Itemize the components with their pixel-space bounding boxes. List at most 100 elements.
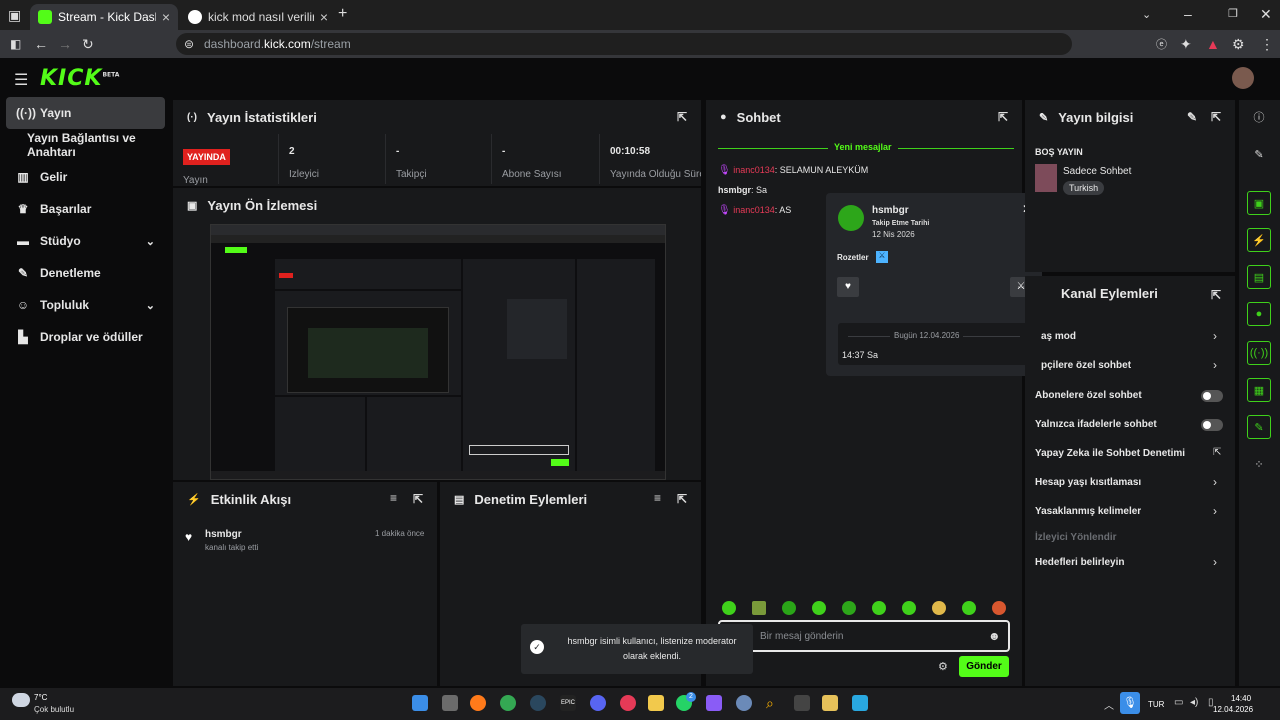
chat-username[interactable]: inanc0134 [733, 205, 775, 215]
external-link-icon[interactable]: ⇱ [1213, 447, 1221, 458]
sidebar-item-topluluk[interactable]: ☺ Topluluk ⌄ [6, 289, 165, 321]
chrome-icon[interactable] [500, 695, 516, 711]
user-avatar[interactable] [1232, 67, 1254, 89]
emote-icon[interactable] [782, 601, 796, 615]
action-slow-mode[interactable]: aş mod [1041, 331, 1076, 342]
sidebar-item-gelir[interactable]: ▥ Gelir [6, 161, 165, 193]
emoji-icon[interactable]: ☻ [988, 629, 1001, 643]
tab-search-icon[interactable]: ⌄ [1142, 8, 1151, 22]
chevron-right-icon[interactable]: › [1213, 555, 1217, 569]
app-blue-icon[interactable] [852, 695, 868, 711]
action-set-goals[interactable]: Hedefleri belirleyin [1035, 557, 1124, 568]
info-icon[interactable]: ⓘ [1247, 105, 1271, 129]
chat-username[interactable]: hsmbgr [718, 185, 751, 195]
chevron-right-icon[interactable]: › [1213, 504, 1217, 518]
edit-pencil-icon[interactable]: ✎ [1187, 110, 1197, 124]
tab-google-search[interactable]: kick mod nasıl verilir - Google'da × [180, 4, 336, 30]
chat-username[interactable]: inanc0134 [733, 165, 775, 175]
app-pen-icon[interactable] [822, 695, 838, 711]
edit-icon[interactable]: ✎ [1247, 142, 1271, 166]
emote-icon[interactable] [932, 601, 946, 615]
activity-toggle-icon[interactable]: ⚡ [1247, 228, 1271, 252]
action-followers-only[interactable]: pçilere özel sohbet [1041, 360, 1131, 371]
chat-settings-gear-icon[interactable]: ⚙ [938, 660, 948, 673]
send-button[interactable]: Gönder [959, 656, 1009, 677]
app-purple-icon[interactable] [706, 695, 722, 711]
extensions-puzzle-icon[interactable]: ✦ [1180, 37, 1192, 51]
sidebar-item-basarilar[interactable]: ♛ Başarılar [6, 193, 165, 225]
epic-games-icon[interactable]: EPIC [560, 695, 576, 711]
obs-icon[interactable] [620, 695, 636, 711]
sidebar-item-studyo[interactable]: ▬ Stüdyo ⌄ [6, 225, 165, 257]
popout-icon[interactable]: ⇱ [413, 492, 423, 506]
close-tab-icon[interactable]: × [162, 9, 170, 25]
extension-e-icon[interactable]: ⓔ [1156, 38, 1167, 52]
chevron-right-icon[interactable]: › [1213, 475, 1217, 489]
back-icon[interactable]: ← [34, 37, 48, 51]
category-name[interactable]: Sadece Sohbet [1063, 166, 1131, 177]
extension-red-icon[interactable]: ▲ [1206, 37, 1220, 51]
file-explorer-icon[interactable] [648, 695, 664, 711]
filter-icon[interactable]: ≡ [390, 491, 397, 505]
sidebar-item-droplar[interactable]: ▙ Droplar ve ödüller [6, 321, 165, 353]
emote-icon[interactable] [842, 601, 856, 615]
sidebar-toggle-icon[interactable]: ◧ [10, 37, 21, 51]
stream-preview-video[interactable] [210, 224, 666, 480]
chat-input[interactable]: Bir mesaj gönderin ☻ [718, 620, 1010, 652]
reload-icon[interactable]: ↻ [82, 37, 94, 51]
hamburger-menu-icon[interactable]: ☰ [14, 70, 28, 90]
site-info-icon[interactable]: ⊜ [184, 37, 194, 51]
forward-icon[interactable]: → [58, 37, 72, 51]
start-menu-icon[interactable] [412, 695, 428, 711]
filter-icon[interactable]: ≡ [654, 491, 661, 505]
app-grid-icon[interactable] [794, 695, 810, 711]
emote-icon[interactable] [992, 601, 1006, 615]
emote-icon[interactable] [722, 601, 736, 615]
emotes-only-toggle[interactable] [1201, 419, 1223, 431]
tag-chip[interactable]: Turkish [1063, 181, 1105, 195]
emote-icon[interactable] [902, 601, 916, 615]
network-icon[interactable]: ▭ [1174, 697, 1183, 708]
minimize-icon[interactable]: – [1184, 7, 1192, 21]
volume-icon[interactable]: ◂) [1190, 697, 1198, 708]
weather-temp[interactable]: 7°C [34, 693, 47, 702]
sidebar-item-yayin[interactable]: ((·)) Yayın [6, 97, 165, 129]
stream-preview-toggle-icon[interactable]: ▣ [1247, 191, 1271, 215]
language-indicator[interactable]: TUR [1148, 700, 1164, 709]
action-banned-words[interactable]: Yasaklanmış kelimeler [1035, 506, 1141, 517]
popout-icon[interactable]: ⇱ [1211, 288, 1221, 302]
emote-icon[interactable] [812, 601, 826, 615]
weather-cloud-icon[interactable] [12, 693, 30, 707]
event-username[interactable]: hsmbgr [205, 529, 242, 540]
popout-icon[interactable]: ⇱ [677, 492, 687, 506]
weather-desc[interactable]: Çok bulutlu [34, 705, 74, 714]
sidebar-item-stream-key[interactable]: Yayın Bağlantısı ve Anahtarı [6, 129, 165, 161]
task-view-icon[interactable] [442, 695, 458, 711]
channel-actions-toggle-icon[interactable]: ✎ [1247, 415, 1271, 439]
subscribers-only-toggle[interactable] [1201, 390, 1223, 402]
kick-logo[interactable]: KICKBETA [40, 66, 119, 91]
chevron-right-icon[interactable]: › [1213, 358, 1217, 372]
emote-icon[interactable] [962, 601, 976, 615]
firefox-icon[interactable] [470, 695, 486, 711]
clock-time[interactable]: 14:40 [1231, 694, 1251, 703]
popout-icon[interactable]: ⇱ [677, 110, 687, 124]
moderation-toggle-icon[interactable]: ▤ [1247, 265, 1271, 289]
address-bar[interactable]: ⊜ dashboard. kick.com/stream [176, 33, 1072, 55]
emote-icon[interactable] [872, 601, 886, 615]
broadcast-toggle-icon[interactable]: ((·)) [1247, 341, 1271, 365]
profile-icon[interactable]: ⚙ [1232, 37, 1245, 51]
browser-menu-icon[interactable]: ⋮ [1260, 37, 1274, 51]
emote-icon[interactable] [752, 601, 766, 615]
info-panel-toggle-icon[interactable]: ▦ [1247, 378, 1271, 402]
microphone-icon[interactable]: 🎙︎ [1120, 692, 1140, 714]
chevron-right-icon[interactable]: › [1213, 329, 1217, 343]
user-card-username[interactable]: hsmbgr [872, 205, 909, 216]
action-ai-moderation[interactable]: Yapay Zeka ile Sohbet Denetimi [1035, 448, 1185, 459]
popout-icon[interactable]: ⇱ [1211, 110, 1221, 124]
tab-kick-dashboard[interactable]: Stream - Kick Dashboard × [30, 4, 178, 30]
chat-toggle-icon[interactable]: ● [1247, 302, 1271, 326]
action-account-age[interactable]: Hesap yaşı kısıtlaması [1035, 477, 1141, 488]
sidebar-item-denetleme[interactable]: ✎ Denetleme [6, 257, 165, 289]
layout-icon[interactable]: ⁘ [1247, 452, 1271, 476]
